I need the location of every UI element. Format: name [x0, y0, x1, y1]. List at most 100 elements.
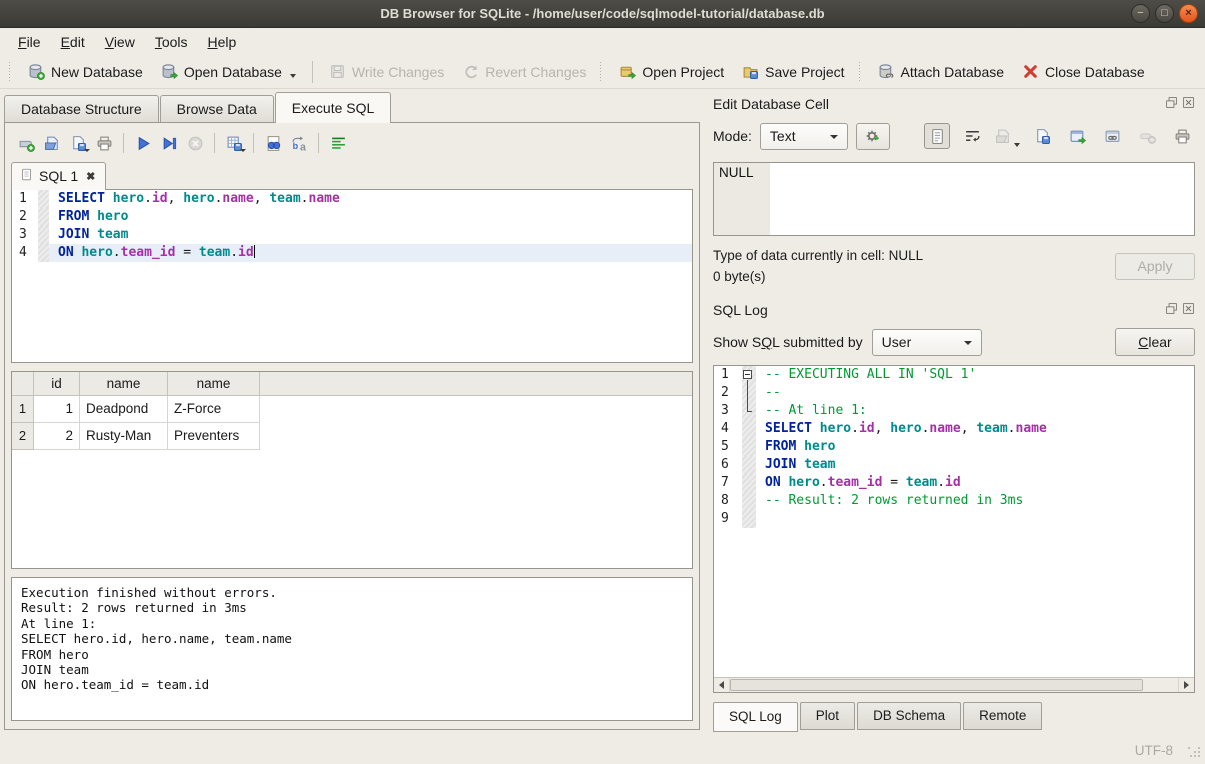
- execute-all-button[interactable]: [130, 130, 156, 156]
- sql-code-editor[interactable]: 1SELECT hero.id, hero.name, team.name2FR…: [11, 189, 693, 363]
- text-view-button[interactable]: [924, 123, 950, 149]
- close-database-button[interactable]: Close Database: [1013, 59, 1154, 84]
- dock-tab-remote[interactable]: Remote: [963, 702, 1042, 730]
- import-cell-button[interactable]: [1064, 123, 1090, 149]
- scroll-left-arrow-icon[interactable]: [714, 678, 730, 692]
- menu-tools[interactable]: Tools: [145, 31, 198, 53]
- find-icon: [265, 135, 282, 152]
- float-panel-icon[interactable]: [1165, 96, 1178, 112]
- resize-grip[interactable]: [1188, 747, 1201, 760]
- mode-select[interactable]: Text: [760, 123, 848, 150]
- save-cell-file-button[interactable]: [1029, 123, 1055, 149]
- save-project-button[interactable]: Save Project: [733, 59, 853, 84]
- tab-database-structure[interactable]: Database Structure: [4, 95, 159, 123]
- auto-format-button[interactable]: [325, 130, 351, 156]
- tab-browse-data[interactable]: Browse Data: [160, 95, 274, 123]
- scroll-right-arrow-icon[interactable]: [1178, 678, 1194, 692]
- minimize-button[interactable]: −: [1131, 4, 1150, 23]
- log-horizontal-scrollbar[interactable]: [714, 677, 1194, 692]
- close-tab-icon[interactable]: ✖: [84, 170, 95, 183]
- log-filter-select[interactable]: User: [872, 329, 982, 356]
- find-button[interactable]: [260, 130, 286, 156]
- line-number: 2: [12, 208, 38, 226]
- right-pane: Edit Database Cell Mode: Text NULL Type: [706, 89, 1205, 736]
- menu-view[interactable]: View: [95, 31, 145, 53]
- table-cell[interactable]: Preventers: [168, 423, 260, 450]
- link-cell-button[interactable]: [1099, 123, 1125, 149]
- fold-collapse-icon[interactable]: [743, 370, 752, 379]
- fold-margin: [742, 510, 756, 528]
- sql-log-lines[interactable]: 1-- EXECUTING ALL IN 'SQL 1'2--3-- At li…: [714, 366, 1194, 677]
- table-row[interactable]: 22Rusty-ManPreventers: [12, 423, 692, 450]
- close-button[interactable]: ×: [1179, 4, 1198, 23]
- line-number: 3: [12, 226, 38, 244]
- db-open-icon: [161, 63, 178, 80]
- replace-button[interactable]: ba: [286, 130, 312, 156]
- file-open-icon: [44, 135, 61, 152]
- new-database-button[interactable]: New Database: [19, 59, 152, 84]
- column-header-name-1[interactable]: name: [80, 372, 168, 395]
- table-cell[interactable]: 1: [34, 396, 80, 423]
- open-database-button[interactable]: Open Database: [152, 59, 305, 84]
- row-header[interactable]: 1: [12, 396, 34, 423]
- column-header-id-0[interactable]: id: [34, 372, 80, 395]
- maximize-button[interactable]: □: [1155, 4, 1174, 23]
- cell-editor-content[interactable]: [770, 163, 1194, 235]
- scrollbar-track[interactable]: [1143, 678, 1178, 692]
- code-text: [756, 510, 1194, 528]
- table-cell[interactable]: Rusty-Man: [80, 423, 168, 450]
- attach-database-button[interactable]: Attach Database: [869, 59, 1014, 84]
- line-number: 7: [714, 474, 742, 492]
- fold-margin: [742, 402, 756, 420]
- word-wrap-button[interactable]: [959, 123, 985, 149]
- apply-button[interactable]: Apply: [1115, 253, 1195, 280]
- code-line: 3JOIN team: [12, 226, 692, 244]
- log-filter-value: User: [882, 334, 912, 350]
- row-header[interactable]: 2: [12, 423, 34, 450]
- menu-help[interactable]: Help: [198, 31, 247, 53]
- chevron-down-icon: [830, 135, 838, 139]
- table-corner-header[interactable]: [12, 372, 34, 395]
- new-sql-tab-button[interactable]: [13, 130, 39, 156]
- code-text: FROM hero: [756, 438, 1194, 456]
- tab-execute-sql[interactable]: Execute SQL: [275, 92, 392, 123]
- dock-tab-plot[interactable]: Plot: [800, 702, 855, 730]
- save-results-button[interactable]: [221, 130, 247, 156]
- menu-file[interactable]: File: [8, 31, 51, 53]
- line-number: 8: [714, 492, 742, 510]
- table-row[interactable]: 11DeadpondZ-Force: [12, 396, 692, 423]
- execute-current-line-button[interactable]: [156, 130, 182, 156]
- menu-edit[interactable]: Edit: [51, 31, 95, 53]
- revert-changes-label: Revert Changes: [485, 64, 586, 80]
- code-text: JOIN team: [756, 456, 1194, 474]
- dock-tab-sql-log[interactable]: SQL Log: [713, 702, 798, 732]
- print-sql-button[interactable]: [91, 130, 117, 156]
- open-sql-file-button[interactable]: [39, 130, 65, 156]
- save-sql-file-button[interactable]: [65, 130, 91, 156]
- table-cell[interactable]: Z-Force: [168, 396, 260, 423]
- dock-tab-db-schema[interactable]: DB Schema: [857, 702, 961, 730]
- null-icon: [1139, 128, 1156, 145]
- float-panel-icon[interactable]: [1165, 302, 1178, 318]
- close-panel-icon[interactable]: [1182, 96, 1195, 112]
- line-number: 5: [714, 438, 742, 456]
- set-null-button: [1134, 123, 1160, 149]
- cell-editor-box[interactable]: NULL: [713, 162, 1195, 236]
- menubar: FileEditViewToolsHelp: [0, 28, 1205, 55]
- window-controls: −□ ×: [1131, 4, 1198, 23]
- column-header-name-2[interactable]: name: [168, 372, 260, 395]
- auto-switch-mode-button[interactable]: [856, 123, 890, 150]
- log-filter-label: Show SQL submitted by: [713, 334, 863, 350]
- clear-log-button[interactable]: Clear: [1115, 328, 1195, 356]
- close-panel-icon[interactable]: [1182, 302, 1195, 318]
- sql-file-tab[interactable]: SQL 1 ✖: [11, 162, 106, 190]
- table-cell[interactable]: Deadpond: [80, 396, 168, 423]
- table-cell[interactable]: 2: [34, 423, 80, 450]
- open-project-button[interactable]: Open Project: [610, 59, 733, 84]
- print-cell-button[interactable]: [1169, 123, 1195, 149]
- dropdown-caret-icon: [1014, 143, 1020, 147]
- fold-margin: [38, 208, 49, 226]
- scrollbar-thumb[interactable]: [730, 679, 1143, 691]
- revert-changes-icon: [462, 63, 479, 80]
- print-icon: [1174, 128, 1191, 145]
